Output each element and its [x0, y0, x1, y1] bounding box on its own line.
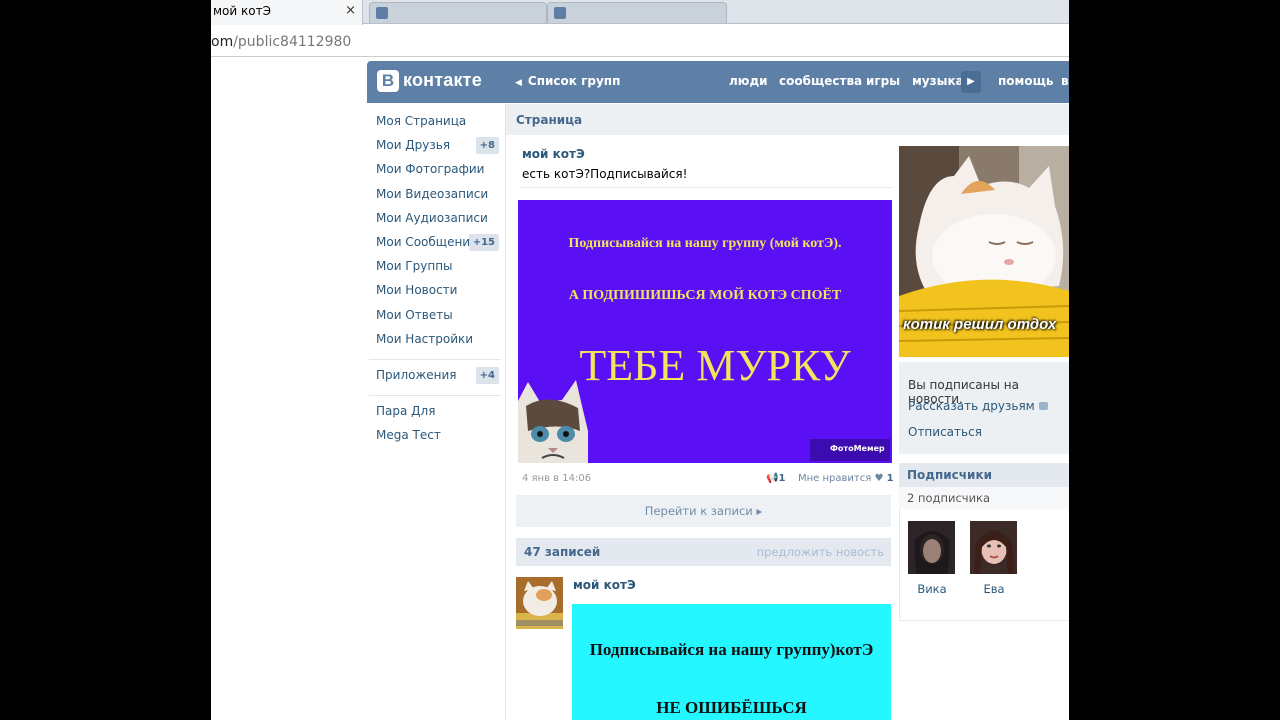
menu-item-videos[interactable]: Мои Видеозаписи — [367, 185, 501, 209]
vk-logo-icon[interactable]: B — [377, 70, 399, 92]
post-date[interactable]: 4 янв в 14:06 — [522, 473, 591, 484]
chevron-left-icon: ◀ — [515, 78, 522, 88]
menu-divider — [369, 358, 501, 360]
go-to-post-button[interactable]: Перейти к записи ▸ — [516, 495, 891, 527]
follower-card[interactable]: Ева — [970, 521, 1018, 596]
share-button[interactable]: 📢1 — [766, 473, 785, 484]
divider — [520, 187, 892, 188]
menu-item-news[interactable]: Мои Новости — [367, 281, 501, 305]
apps-count-badge[interactable]: +4 — [475, 366, 499, 384]
favicon-icon — [376, 7, 388, 19]
menu-item-groups[interactable]: Мои Группы — [367, 257, 501, 281]
tab-title: мой котЭ — [213, 4, 271, 18]
watermark: ФотоМемер — [810, 439, 890, 461]
megaphone-icon: 📢 — [766, 473, 779, 484]
screen: мой котЭ × om/public84112980 B контакте … — [211, 0, 1069, 720]
favicon-icon — [554, 7, 566, 19]
menu-item-photos[interactable]: Мои Фотографии — [367, 160, 501, 184]
grumpy-cat-image — [518, 380, 588, 463]
like-button[interactable]: Мне нравится ♥ 1 — [798, 473, 894, 484]
menu-item-audio[interactable]: Мои Аудиозаписи — [367, 209, 501, 233]
group-list-link[interactable]: ◀ Список групп — [515, 74, 620, 88]
friends-count-badge[interactable]: +8 — [475, 137, 499, 155]
chevron-right-icon: ▸ — [756, 504, 763, 518]
avatar[interactable] — [516, 577, 563, 629]
menu-item-messages[interactable]: Мои Сообщения +15 — [367, 233, 501, 257]
nav-people[interactable]: люди — [729, 74, 768, 88]
url-text[interactable]: om/public84112980 — [211, 34, 351, 50]
menu-item-apps[interactable]: Приложения +4 — [367, 366, 501, 390]
page-section-bar: Страница — [506, 104, 1069, 135]
nav-games[interactable]: игры — [866, 74, 900, 88]
menu-item-app-mega-test[interactable]: Mega Тест — [367, 426, 501, 450]
tab-close-icon[interactable]: × — [345, 3, 356, 18]
image-text-line: Подписывайся на нашу группу (мой котЭ). — [568, 236, 842, 251]
menu-item-answers[interactable]: Мои Ответы — [367, 306, 501, 330]
menu-item-my-page[interactable]: Моя Страница — [367, 112, 501, 136]
suggest-news-link[interactable]: предложить новость — [757, 545, 884, 559]
subscription-box: Вы подписаны на новости. Рассказать друз… — [899, 362, 1069, 454]
avatar[interactable] — [908, 521, 955, 574]
followers-count[interactable]: 2 подписчика — [899, 487, 1069, 509]
play-icon[interactable]: ▶ — [961, 71, 981, 93]
menu-item-friends[interactable]: Мои Друзья +8 — [367, 136, 501, 160]
image-text-line: А ПОДПИШИШЬСЯ МОЙ КОТЭ СПОЁТ — [568, 288, 842, 303]
unsubscribe-link[interactable]: Отписаться — [908, 425, 982, 439]
vk-logo-text[interactable]: контакте — [403, 70, 482, 91]
nav-communities[interactable]: сообщества — [779, 74, 862, 88]
nav-cut-item[interactable]: в — [1061, 74, 1069, 88]
browser-tab-bar: мой котЭ × — [211, 0, 1069, 25]
group-cover-photo[interactable]: котик решил отдох — [899, 146, 1069, 357]
browser-tab-active[interactable]: мой котЭ × — [211, 0, 363, 25]
wall-header: 47 записей предложить новость — [516, 538, 891, 566]
cover-caption: котик решил отдох — [903, 316, 1057, 333]
speech-bubble-icon — [1038, 402, 1048, 410]
tell-friends-link[interactable]: Рассказать друзьям — [908, 399, 1048, 413]
avatar[interactable] — [970, 521, 1017, 574]
post-image[interactable]: Подписывайся на нашу группу (мой котЭ). … — [518, 200, 892, 463]
nav-music[interactable]: музыка — [912, 74, 964, 88]
post-author[interactable]: мой котЭ — [522, 147, 585, 161]
menu-item-settings[interactable]: Мои Настройки — [367, 330, 501, 354]
left-menu: Моя Страница Мои Друзья +8 Мои Фотографии… — [367, 112, 501, 450]
followers-header[interactable]: Подписчики — [899, 463, 1069, 487]
vk-header: B контакте ◀ Список групп люди сообщества… — [367, 61, 1069, 103]
heart-icon: ♥ — [874, 473, 884, 484]
nav-help[interactable]: помощь — [998, 74, 1053, 88]
image-text-line: Подписывайся на нашу группу)котЭ — [589, 640, 874, 659]
follower-name[interactable]: Ева — [970, 582, 1018, 596]
address-bar[interactable]: om/public84112980 — [211, 27, 1069, 57]
wall-post-count[interactable]: 47 записей — [524, 545, 600, 559]
menu-item-app-para[interactable]: Пара Для — [367, 402, 501, 426]
messages-count-badge[interactable]: +15 — [468, 233, 499, 251]
browser-tab-inactive[interactable] — [547, 2, 727, 23]
browser-tab-inactive[interactable] — [369, 2, 547, 23]
follower-card[interactable]: Вика — [908, 521, 956, 596]
follower-name[interactable]: Вика — [908, 582, 956, 596]
menu-divider — [369, 395, 501, 397]
post-text: есть котЭ?Подписывайся! — [522, 167, 688, 181]
post-author[interactable]: мой котЭ — [573, 578, 636, 592]
image-text-line: НЕ ОШИБЁШЬСЯ — [656, 698, 807, 717]
post-image[interactable]: Подписывайся на нашу группу)котЭ НЕ ОШИБ… — [572, 604, 891, 720]
